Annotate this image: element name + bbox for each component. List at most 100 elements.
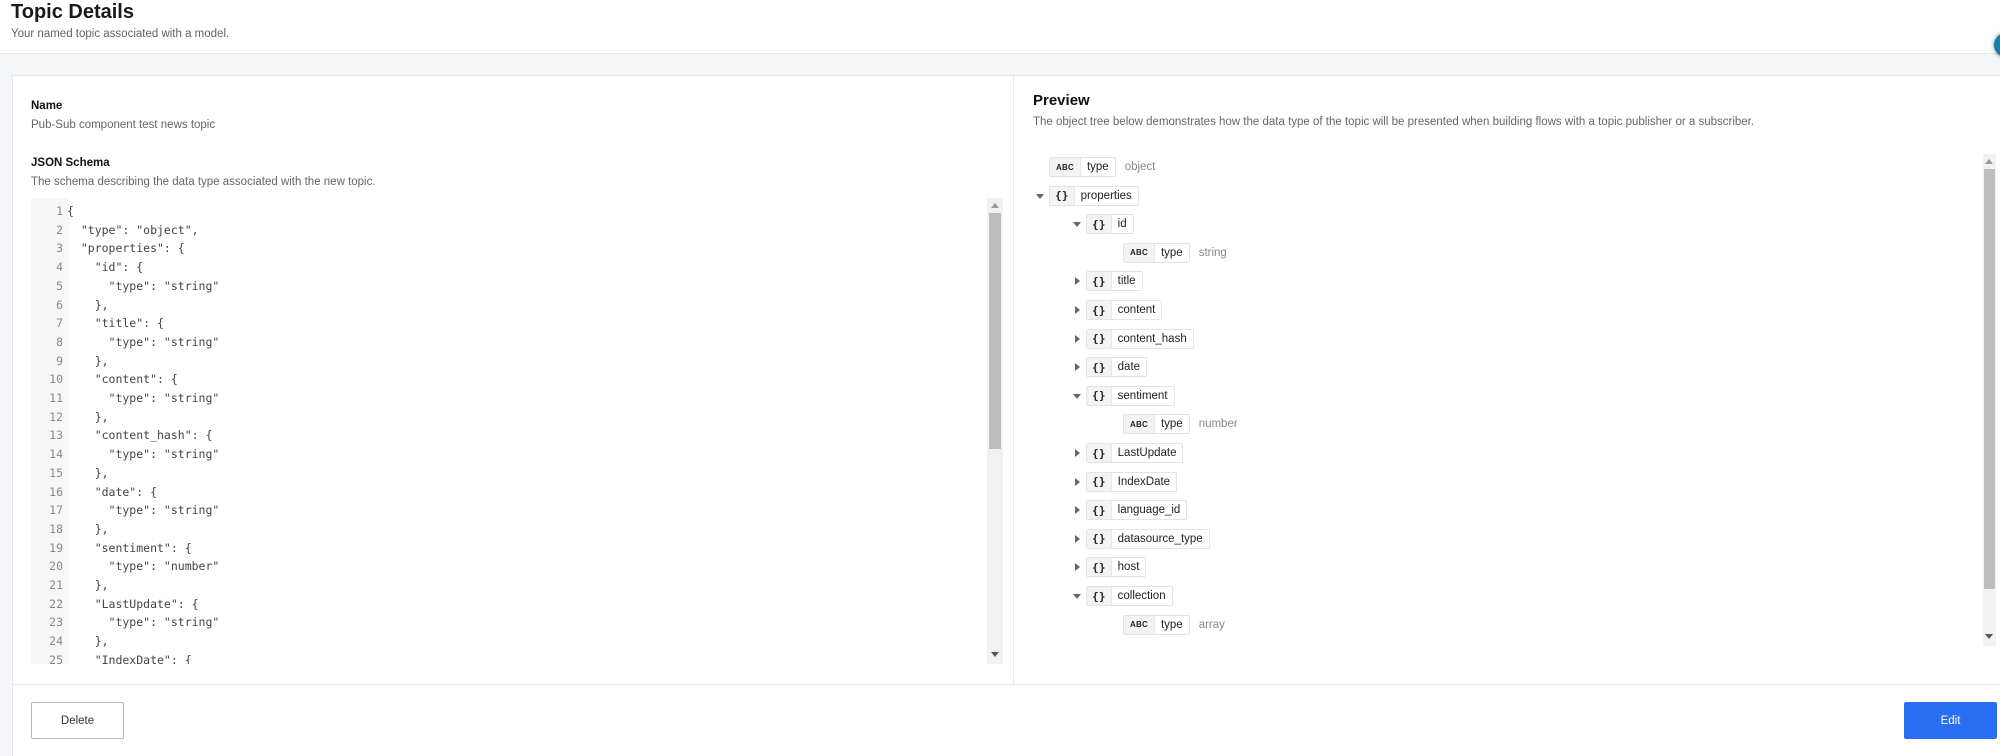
line-number: 16	[49, 484, 63, 499]
line-number: 24	[49, 634, 63, 649]
tree-node-id[interactable]: {} id	[1070, 213, 1134, 235]
code-text: "content_hash": {	[67, 428, 213, 443]
caret-right-icon[interactable]	[1070, 356, 1084, 378]
code-line: 5 "type": "string"	[31, 277, 981, 296]
caret-right-icon[interactable]	[1070, 499, 1084, 521]
code-text: "type": "string"	[67, 278, 220, 293]
caret-right-icon[interactable]	[1070, 299, 1084, 321]
code-line: 17 "type": "string"	[31, 501, 981, 520]
code-line: 19 "sentiment": {	[31, 539, 981, 558]
code-text: "date": {	[67, 484, 158, 499]
tree-node-title[interactable]: {} title	[1070, 270, 1143, 292]
object-braces-icon: {}	[1087, 558, 1112, 577]
tree-node-chip: {} LastUpdate	[1086, 443, 1184, 463]
topic-form-pane: Name Pub-Sub component test news topic J…	[13, 76, 1014, 684]
preview-scroll-thumb[interactable]	[1984, 169, 1995, 589]
page-title: Topic Details	[11, 1, 134, 23]
code-text: {	[67, 204, 74, 218]
tree-node-chip: {} properties	[1049, 185, 1139, 206]
tree-node-collection[interactable]: {} collection	[1070, 585, 1173, 607]
code-text: "type": "string"	[67, 615, 220, 630]
json-schema-description: The schema describing the data type asso…	[31, 176, 376, 188]
code-line: 12 },	[31, 408, 981, 427]
caret-right-icon[interactable]	[1070, 528, 1084, 550]
code-line: 24 },	[31, 632, 981, 651]
line-number: 4	[56, 260, 63, 275]
edit-button[interactable]: Edit	[1904, 702, 1997, 739]
name-value: Pub-Sub component test news topic	[31, 119, 216, 131]
code-text: "IndexDate": {	[67, 652, 192, 664]
caret-down-icon[interactable]	[1070, 385, 1084, 407]
scroll-down-arrow-icon[interactable]	[1985, 634, 1993, 639]
scroll-up-arrow-icon[interactable]	[991, 203, 999, 208]
tree-node-label: IndexDate	[1117, 475, 1171, 488]
caret-right-icon[interactable]	[1070, 270, 1084, 292]
caret-down-icon[interactable]	[1033, 185, 1047, 207]
scroll-down-arrow-icon[interactable]	[991, 652, 999, 657]
user-avatar[interactable]	[1994, 33, 2000, 57]
line-number: 15	[49, 465, 63, 480]
caret-right-icon[interactable]	[1070, 471, 1084, 493]
tree-node-chip: ABC type	[1123, 614, 1190, 635]
tree-node-content[interactable]: {} content	[1070, 299, 1163, 321]
editor-scrollbar[interactable]	[987, 198, 1003, 664]
tree-node-type: ABC type number	[1123, 413, 1238, 435]
preview-scrollbar[interactable]	[1983, 154, 1996, 646]
json-schema-editor[interactable]: 1{2 "type": "object", 3 "properties": {4 …	[31, 198, 1005, 664]
tree-node-chip: {} content	[1086, 300, 1163, 320]
tree-node-label: title	[1117, 275, 1136, 288]
code-line: 6 },	[31, 296, 981, 315]
caret-right-icon[interactable]	[1070, 556, 1084, 578]
tree-node-chip: {} datasource_type	[1086, 528, 1210, 549]
line-number: 20	[49, 559, 63, 574]
tree-node-properties[interactable]: {} properties	[1033, 185, 1139, 207]
tree-node-indexdate[interactable]: {} IndexDate	[1070, 471, 1178, 493]
object-braces-icon: {}	[1087, 529, 1112, 548]
code-text: "type": "string"	[67, 334, 220, 349]
code-text: },	[67, 578, 109, 592]
code-line: 18 },	[31, 520, 981, 539]
code-text: },	[67, 465, 109, 480]
tree-node-type-value: object	[1124, 161, 1156, 173]
code-line: 2 "type": "object",	[31, 221, 981, 240]
code-line: 20 "type": "number"	[31, 557, 981, 576]
code-text: "type": "string"	[67, 447, 220, 462]
line-number: 8	[56, 334, 63, 349]
code-line: 1{	[31, 202, 981, 221]
tree-node-label: LastUpdate	[1117, 447, 1177, 459]
caret-right-icon[interactable]	[1070, 442, 1084, 464]
line-number: 3	[56, 241, 63, 256]
tree-node-sentiment[interactable]: {} sentiment	[1070, 385, 1175, 407]
object-braces-icon: {}	[1087, 472, 1112, 491]
code-text: },	[67, 297, 109, 312]
code-text: "properties": {	[67, 241, 185, 256]
tree-node-label: content	[1117, 304, 1156, 316]
tree-node-label: type	[1160, 618, 1183, 631]
caret-down-icon[interactable]	[1070, 585, 1084, 607]
tree-node-date[interactable]: {} date	[1070, 356, 1148, 378]
object-braces-icon: {}	[1087, 329, 1112, 348]
object-braces-icon: {}	[1087, 386, 1112, 405]
line-number: 19	[49, 540, 63, 555]
tree-node-label: properties	[1080, 189, 1132, 202]
tree-node-label: collection	[1117, 590, 1166, 602]
object-braces-icon: {}	[1087, 358, 1112, 377]
line-number: 5	[56, 278, 63, 293]
object-braces-icon: {}	[1050, 186, 1075, 205]
tree-node-lastupdate[interactable]: {} LastUpdate	[1070, 442, 1184, 464]
string-abc-icon: ABC	[1050, 158, 1081, 176]
delete-button[interactable]: Delete	[31, 702, 124, 739]
tree-node-language-id[interactable]: {} language_id	[1070, 499, 1188, 521]
caret-down-icon[interactable]	[1070, 213, 1084, 235]
tree-node-host[interactable]: {} host	[1070, 556, 1147, 578]
caret-right-icon[interactable]	[1070, 328, 1084, 350]
code-text: },	[67, 409, 109, 424]
topic-details-card: Name Pub-Sub component test news topic J…	[12, 75, 2000, 756]
tree-node-datasource-type[interactable]: {} datasource_type	[1070, 528, 1210, 550]
object-braces-icon: {}	[1087, 215, 1112, 234]
tree-node-chip: {} host	[1086, 557, 1147, 578]
tree-node-chip: {} sentiment	[1086, 385, 1175, 406]
editor-scroll-thumb[interactable]	[989, 213, 1001, 449]
tree-node-content-hash[interactable]: {} content_hash	[1070, 328, 1194, 350]
scroll-up-arrow-icon[interactable]	[1985, 159, 1993, 164]
